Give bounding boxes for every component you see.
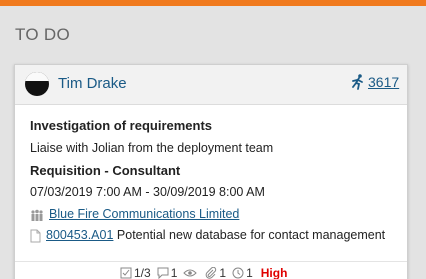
comment-icon — [157, 267, 169, 279]
opportunity-link[interactable]: 800453.A01 — [46, 228, 113, 242]
owner-name[interactable]: Tim Drake — [58, 75, 127, 92]
attachment-count[interactable]: 1 — [205, 266, 226, 279]
priority-badge: High — [260, 266, 288, 279]
opportunity-description: Potential new database for contact manag… — [116, 228, 386, 242]
date-range: 07/03/2019 7:00 AM - 30/09/2019 8:00 AM — [30, 185, 265, 199]
item-number-link[interactable]: 3617 — [368, 74, 399, 90]
company-row: Blue Fire Communications Limited — [30, 207, 239, 221]
checklist-count[interactable]: 1/3 — [120, 266, 151, 279]
watchers[interactable] — [183, 268, 199, 278]
avatar — [25, 72, 49, 96]
checklist-icon — [120, 267, 132, 279]
comment-count[interactable]: 1 — [157, 266, 177, 279]
eye-icon — [183, 269, 198, 277]
card-description: Liaise with Jolian from the deployment t… — [30, 141, 274, 155]
card-header: Tim Drake 3617 — [15, 65, 407, 105]
opportunity-row: 800453.A01 Potential new database for co… — [30, 228, 385, 243]
requisition-label: Requisition - Consultant — [30, 163, 181, 178]
task-card[interactable]: Tim Drake 3617 Investigation of requirem… — [14, 64, 408, 279]
column-title: TO DO — [15, 25, 71, 44]
card-title: Investigation of requirements — [30, 118, 213, 133]
card-footer: 1/3 1 1 1 High — [15, 261, 407, 279]
runner-icon — [352, 74, 363, 90]
clock-icon — [232, 267, 244, 279]
document-icon — [30, 229, 41, 243]
timer-count[interactable]: 1 — [232, 266, 253, 279]
people-icon — [31, 209, 43, 221]
company-link[interactable]: Blue Fire Communications Limited — [49, 207, 239, 221]
todo-column: TO DO Tim Drake 3617 Investigation of re… — [0, 0, 426, 279]
paperclip-icon — [206, 267, 217, 279]
